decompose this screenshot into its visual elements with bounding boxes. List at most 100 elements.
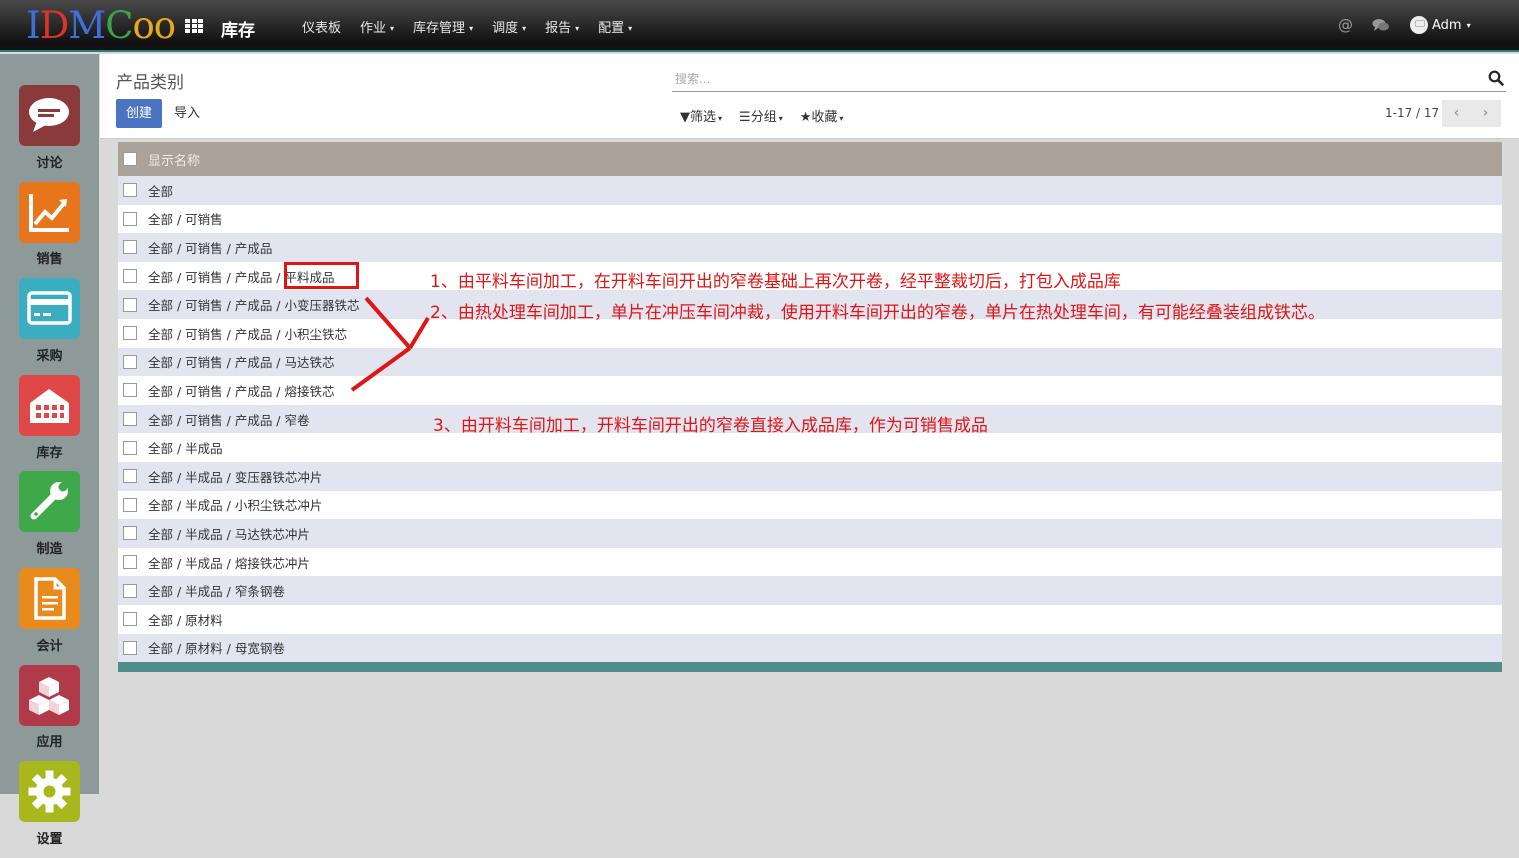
document-icon bbox=[19, 568, 80, 629]
row-checkbox[interactable] bbox=[123, 612, 137, 627]
caret-down-icon: ▾ bbox=[1466, 20, 1471, 30]
table-row[interactable]: 全部 / 半成品 / 小积尘铁芯冲片 bbox=[118, 490, 1502, 520]
sidebar-item-label: 制造 bbox=[36, 542, 63, 557]
list-view-table: 显示名称 全部 全部 / 可销售 全部 / 可销售 / 产成品 全部 / 可销售… bbox=[118, 142, 1502, 673]
table-row[interactable]: 全部 / 可销售 / 产成品 / 小积尘铁芯 bbox=[118, 318, 1502, 348]
pager-buttons: ‹ › bbox=[1442, 100, 1501, 127]
breadcrumb: 产品类别 bbox=[116, 73, 184, 93]
pager-previous-button[interactable]: ‹ bbox=[1442, 100, 1471, 127]
caret-down-icon: ▾ bbox=[575, 24, 580, 33]
row-display-name: 全部 / 原材料 bbox=[148, 612, 223, 628]
caret-down-icon: ▾ bbox=[522, 24, 527, 33]
group-by-dropdown[interactable]: ☰分组 ▾ bbox=[739, 106, 783, 125]
import-button[interactable]: 导入 bbox=[164, 99, 210, 128]
annotation-note-2: 2、由热处理车间加工，单片在冲压车间冲裁，使用开料车间开出的窄卷，单片在热处理车… bbox=[430, 303, 1325, 323]
top-navbar: IDMCoo 库存 仪表板 作业 ▾ 库存管理 ▾ 调度 ▾ 报告 ▾ 配置 ▾ @ Ad… bbox=[0, 0, 1519, 52]
sidebar-item-label: 讨论 bbox=[36, 156, 63, 171]
main-menu: 仪表板 作业 ▾ 库存管理 ▾ 调度 ▾ 报告 ▾ 配置 ▾ bbox=[302, 17, 651, 36]
chevron-right-icon: › bbox=[1482, 105, 1489, 121]
table-row[interactable]: 全部 / 原材料 bbox=[118, 604, 1502, 634]
user-name: Adm bbox=[1432, 17, 1462, 33]
table-row[interactable]: 全部 / 半成品 / 窄条钢卷 bbox=[118, 576, 1502, 605]
table-row[interactable]: 全部 / 可销售 bbox=[118, 204, 1502, 234]
trend-chart-icon bbox=[19, 182, 80, 243]
row-checkbox[interactable] bbox=[123, 211, 137, 226]
row-display-name: 全部 / 半成品 / 马达铁芯冲片 bbox=[148, 526, 310, 542]
row-checkbox[interactable] bbox=[123, 383, 137, 398]
pager-value[interactable]: 1-17 / 17 bbox=[1385, 106, 1439, 120]
row-checkbox[interactable] bbox=[123, 269, 137, 284]
sidebar-item-label: 销售 bbox=[36, 252, 63, 267]
row-display-name: 全部 / 可销售 / 产成品 / 小变压器铁芯 bbox=[148, 298, 360, 314]
user-menu[interactable]: Adm ▾ bbox=[1410, 16, 1471, 34]
caret-down-icon: ▾ bbox=[778, 114, 783, 123]
menu-configuration[interactable]: 配置 ▾ bbox=[598, 17, 632, 36]
create-button[interactable]: 创建 bbox=[116, 99, 162, 128]
table-row[interactable]: 全部 / 可销售 / 产成品 / 熔接铁芯 bbox=[118, 376, 1502, 405]
menu-scheduling[interactable]: 调度 ▾ bbox=[492, 17, 526, 36]
table-row[interactable]: 全部 / 半成品 bbox=[118, 433, 1502, 462]
annotation-highlight-box bbox=[284, 262, 359, 289]
caret-down-icon: ▾ bbox=[390, 24, 395, 33]
row-display-name: 全部 / 可销售 / 产成品 / 小积尘铁芯 bbox=[148, 326, 347, 342]
table-row[interactable]: 全部 / 可销售 / 产成品 / 马达铁芯 bbox=[118, 347, 1502, 377]
table-footer bbox=[118, 662, 1502, 673]
row-checkbox[interactable] bbox=[123, 412, 137, 427]
column-header-display-name[interactable]: 显示名称 bbox=[148, 150, 200, 169]
mentions-icon[interactable]: @ bbox=[1338, 16, 1353, 34]
gear-icon bbox=[19, 761, 80, 822]
row-checkbox[interactable] bbox=[123, 583, 137, 598]
search-bar bbox=[672, 68, 1506, 92]
table-row[interactable]: 全部 / 原材料 / 母宽钢卷 bbox=[118, 633, 1502, 663]
apps-grid-icon[interactable] bbox=[185, 19, 203, 33]
row-display-name: 全部 / 可销售 / 产成品 bbox=[148, 240, 273, 256]
chat-icon[interactable] bbox=[1372, 18, 1390, 36]
table-row[interactable]: 全部 bbox=[118, 176, 1502, 205]
row-display-name: 全部 / 可销售 / 产成品 / 窄卷 bbox=[148, 412, 310, 428]
favorites-dropdown[interactable]: ★收藏 ▾ bbox=[800, 106, 844, 125]
row-checkbox[interactable] bbox=[123, 640, 137, 655]
pager-next-button[interactable]: › bbox=[1471, 100, 1500, 127]
filter-icon: ▼ bbox=[680, 110, 690, 125]
sidebar-item-label: 采购 bbox=[36, 349, 63, 364]
table-row[interactable]: 全部 / 半成品 / 变压器铁芯冲片 bbox=[118, 461, 1502, 491]
app-title: 库存 bbox=[221, 21, 255, 41]
sidebar-item-label: 应用 bbox=[36, 735, 63, 750]
row-checkbox[interactable] bbox=[123, 469, 137, 484]
caret-down-icon: ▾ bbox=[839, 114, 844, 123]
select-all-checkbox[interactable] bbox=[123, 152, 137, 166]
menu-operations[interactable]: 作业 ▾ bbox=[360, 17, 394, 36]
menu-reports[interactable]: 报告 ▾ bbox=[545, 17, 579, 36]
row-checkbox[interactable] bbox=[123, 354, 137, 369]
company-logo[interactable]: IDMCoo bbox=[26, 4, 176, 48]
cubes-icon bbox=[19, 665, 80, 726]
annotation-note-1: 1、由平料车间加工，在开料车间开出的窄卷基础上再次开卷，经平整裁切后，打包入成品… bbox=[430, 272, 1121, 292]
caret-down-icon: ▾ bbox=[628, 24, 633, 33]
row-checkbox[interactable] bbox=[123, 440, 137, 455]
row-checkbox[interactable] bbox=[123, 497, 137, 512]
row-checkbox[interactable] bbox=[123, 555, 137, 570]
caret-down-icon: ▾ bbox=[469, 24, 474, 33]
annotation-note-3: 3、由开料车间加工，开料车间开出的窄卷直接入成品库，作为可销售成品 bbox=[433, 416, 988, 436]
search-icon[interactable] bbox=[1488, 70, 1504, 90]
row-checkbox[interactable] bbox=[123, 183, 137, 198]
wrench-icon bbox=[19, 471, 80, 532]
row-checkbox[interactable] bbox=[123, 526, 137, 541]
caret-down-icon: ▾ bbox=[718, 114, 723, 123]
row-display-name: 全部 / 半成品 / 变压器铁芯冲片 bbox=[148, 469, 323, 485]
sidebar-item-label: 会计 bbox=[36, 639, 63, 654]
sidebar-item-label: 库存 bbox=[36, 446, 63, 461]
menu-inventory-control[interactable]: 库存管理 ▾ bbox=[413, 17, 473, 36]
table-row[interactable]: 全部 / 半成品 / 熔接铁芯冲片 bbox=[118, 547, 1502, 577]
table-header: 显示名称 bbox=[118, 142, 1502, 176]
row-display-name: 全部 / 半成品 / 窄条钢卷 bbox=[148, 584, 285, 600]
row-checkbox[interactable] bbox=[123, 297, 137, 312]
search-input[interactable] bbox=[672, 68, 1452, 90]
row-checkbox[interactable] bbox=[123, 326, 137, 341]
sidebar-item-label: 设置 bbox=[36, 832, 63, 847]
table-row[interactable]: 全部 / 半成品 / 马达铁芯冲片 bbox=[118, 519, 1502, 548]
filters-dropdown[interactable]: ▼筛选 ▾ bbox=[680, 106, 722, 125]
table-row[interactable]: 全部 / 可销售 / 产成品 bbox=[118, 233, 1502, 262]
menu-dashboard[interactable]: 仪表板 bbox=[302, 17, 341, 36]
row-checkbox[interactable] bbox=[123, 240, 137, 255]
